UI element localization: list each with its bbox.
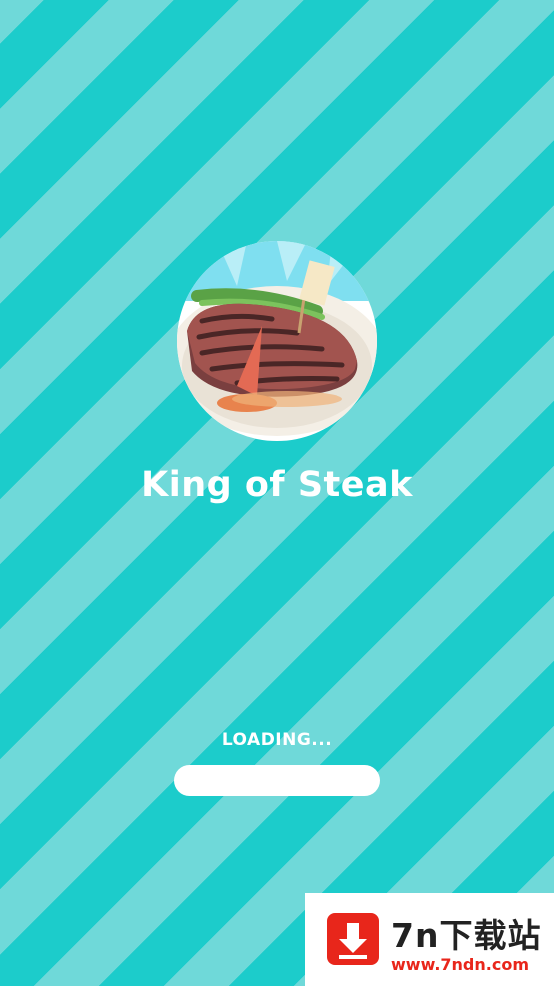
steak-plate-icon — [177, 241, 377, 436]
loading-label: LOADING... — [221, 730, 333, 750]
game-title: King of Steak — [141, 465, 413, 505]
download-arrow-icon — [327, 913, 379, 965]
watermark-banner: 7n下载站 www.7ndn.com — [305, 893, 554, 986]
loading-progress-bar — [174, 765, 380, 796]
game-icon — [177, 241, 377, 441]
watermark-brand: 7n下载站 — [391, 916, 542, 955]
watermark-url: www.7ndn.com — [391, 955, 529, 974]
